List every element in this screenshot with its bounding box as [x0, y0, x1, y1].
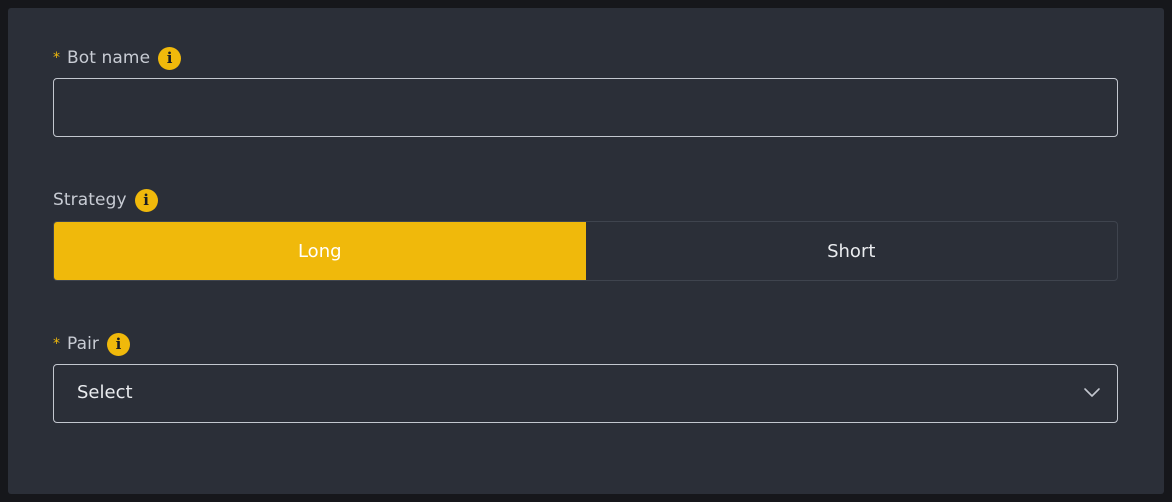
bot-name-label-row: * Bot name i	[53, 46, 182, 70]
strategy-long-button[interactable]: Long	[54, 222, 586, 280]
strategy-label-row: Strategy i	[53, 188, 158, 212]
required-asterisk: *	[53, 336, 60, 352]
bot-name-input[interactable]	[53, 78, 1118, 137]
strategy-toggle: Long Short	[53, 221, 1118, 281]
info-icon[interactable]: i	[134, 188, 158, 212]
info-icon[interactable]: i	[107, 332, 131, 356]
required-asterisk: *	[53, 50, 60, 66]
pair-label: Pair	[67, 334, 100, 354]
bot-settings-form: * Bot name i Strategy i Long Short * Pai…	[8, 8, 1164, 494]
pair-select[interactable]: Select	[53, 364, 1118, 423]
pair-label-row: * Pair i	[53, 332, 131, 356]
pair-select-value: Select	[77, 382, 133, 403]
strategy-label: Strategy	[53, 190, 127, 210]
info-icon[interactable]: i	[158, 46, 182, 70]
strategy-short-button[interactable]: Short	[586, 222, 1118, 280]
chevron-down-icon	[1084, 388, 1100, 397]
bot-name-label: Bot name	[67, 48, 151, 68]
